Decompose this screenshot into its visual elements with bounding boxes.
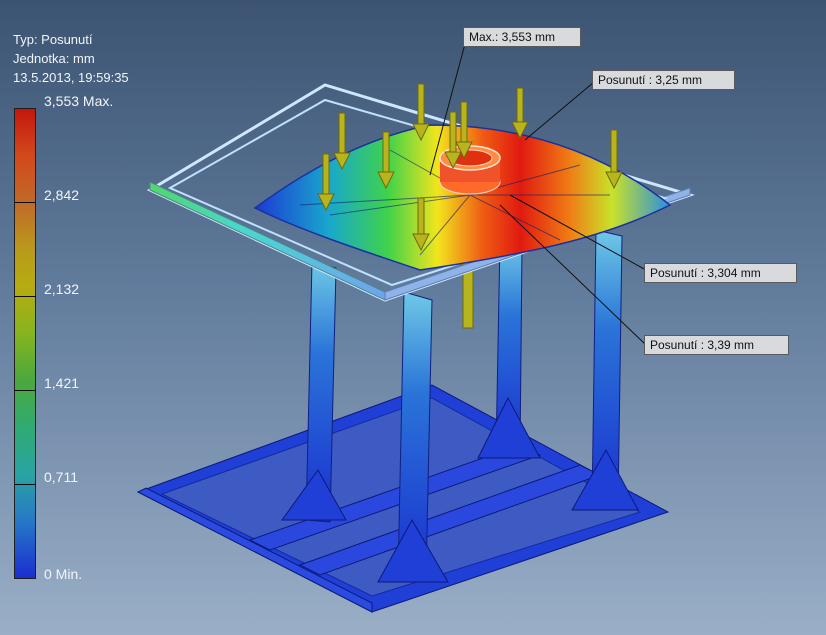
probe-callout-1[interactable]: Posunutí : 3,25 mm [592, 70, 735, 90]
max-displacement-callout[interactable]: Max.: 3,553 mm [463, 27, 581, 47]
probe-callout-3[interactable]: Posunutí : 3,39 mm [644, 335, 789, 355]
probe-callout-2[interactable]: Posunutí : 3,304 mm [644, 263, 797, 283]
fea-model-viewport[interactable] [0, 0, 826, 635]
